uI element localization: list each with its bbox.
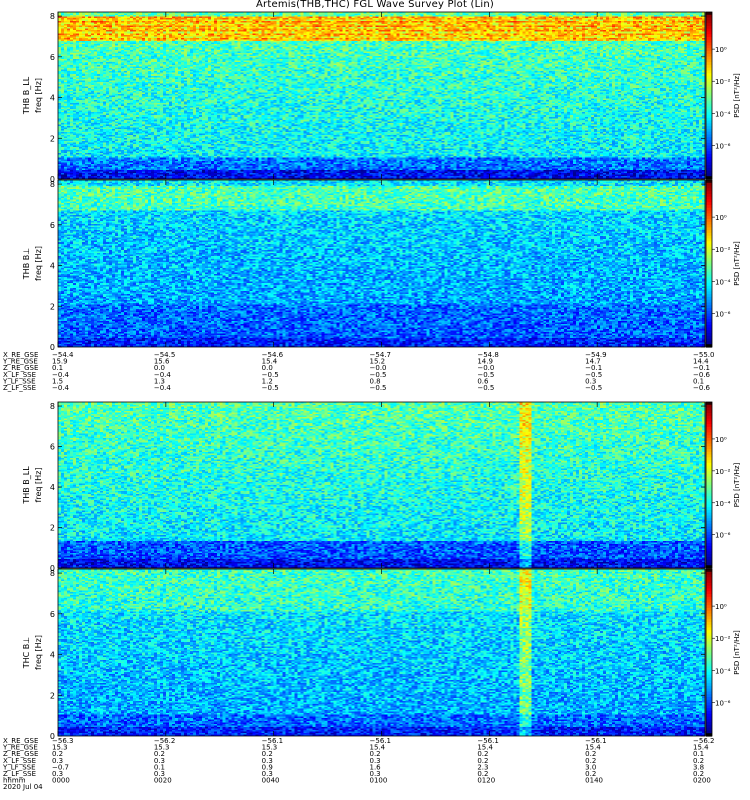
y-axis-unit-label: freq [Hz] [34,78,43,113]
colorbar-tick-label: 10⁰ [715,46,727,54]
y-tick-label: 6 [50,443,55,452]
y-axis-unit-label: freq [Hz] [34,635,43,670]
y-axis-probe-label: THC B⊥ [22,637,31,670]
ephemeris-value: 0000 [52,777,70,785]
ephemeris-label: Z_LF_SSE [3,384,36,392]
colorbar-tick-label: 10⁻⁴ [715,500,731,508]
y-tick-label: 8 [50,402,55,411]
ephemeris-label: 2020 Jul 04 [3,783,43,791]
spectrogram-3 [58,402,705,568]
colorbar-2: 10⁰ 10⁻² 10⁻⁴ 10⁻⁶ PSD [nT²/Hz] [705,179,741,348]
y-tick-label: 6 [50,221,55,230]
y-tick-label: 8 [50,569,55,578]
colorbar-tick-label: 10⁰ [715,603,727,611]
y-tick-label: 4 [50,262,55,271]
spectrogram-2 [58,180,705,347]
y-tick-label: 6 [50,610,55,619]
y-tick-label: 8 [50,12,55,21]
y-tick-label: 2 [50,691,55,700]
colorbar-tick-label: 10⁻⁶ [715,310,731,318]
y-tick-label: 2 [50,302,55,311]
y-tick-label: 4 [50,94,55,103]
colorbar-label: PSD [nT²/Hz] [733,630,741,675]
y-tick-label: 6 [50,53,55,62]
colorbar-tick-label: 10⁻⁶ [715,142,731,150]
colorbar-tick-label: 10⁻⁶ [715,699,731,707]
colorbar-tick-label: 10⁰ [715,214,727,222]
ephemeris-table-thb: X_RE_GSEY_RE_GSEZ_RE_GSEX_LF_SSEY_LF_SSE… [2,351,714,392]
y-tick-label: 2 [50,524,55,533]
y-tick-label: 4 [50,651,55,660]
ephemeris-value: −0.6 [693,384,711,392]
colorbar-tick-label: 10⁻² [715,246,731,254]
y-axis-probe-label: THB B⊥ [22,248,31,280]
wave-survey-figure: 10⁰10⁻²10⁻⁴10⁻⁶PSD [nT²/Hz]02468THB B_LL… [2,11,741,791]
ephemeris-value: −0.4 [52,384,70,392]
colorbar-tick-label: 10⁰ [715,436,727,444]
ephemeris-table-thc: X_RE_GSEY_RE_GSEZ_RE_GSEX_LF_SSEY_LF_SSE… [2,737,714,791]
colorbar-1: 10⁰ 10⁻² 10⁻⁴ 10⁻⁶ PSD [nT²/Hz] [705,11,741,180]
colorbar-tick-label: 10⁻⁴ [715,278,731,286]
colorbar-label: PSD [nT²/Hz] [733,73,741,118]
ephemeris-value: −0.5 [262,384,279,392]
colorbar-tick-label: 10⁻² [715,635,731,643]
ephemeris-value: 0200 [693,777,711,785]
spectrogram-1 [58,12,705,179]
spectrogram-4 [58,569,705,736]
colorbar-tick-label: 10⁻² [715,78,731,86]
ephemeris-value: 0100 [370,777,388,785]
y-axis-unit-label: freq [Hz] [34,468,43,503]
y-axis-probe-label: THB B_LL [22,466,31,505]
colorbar-tick-label: 10⁻⁴ [715,667,731,675]
y-tick-label: 8 [50,180,55,189]
ephemeris-value: 0040 [262,777,280,785]
y-axis-probe-label: THB B_LL [22,76,31,115]
colorbar-tick-label: 10⁻⁴ [715,110,731,118]
colorbar-4: 10⁰ 10⁻² 10⁻⁴ 10⁻⁶ PSD [nT²/Hz] [705,568,741,737]
y-tick-label: 4 [50,483,55,492]
y-axis-unit-label: freq [Hz] [34,246,43,281]
ephemeris-value: 0140 [585,777,603,785]
ephemeris-value: 0020 [154,777,172,785]
ephemeris-value: −0.4 [154,384,172,392]
y-tick-label: 2 [50,134,55,143]
ephemeris-value: 0120 [477,777,495,785]
ephemeris-value: −0.5 [370,384,387,392]
colorbar-label: PSD [nT²/Hz] [733,462,741,507]
colorbar-tick-label: 10⁻⁶ [715,532,731,540]
colorbar-label: PSD [nT²/Hz] [733,241,741,286]
colorbar-3: 10⁰ 10⁻² 10⁻⁴ 10⁻⁶ PSD [nT²/Hz] [705,401,741,569]
colorbar-tick-label: 10⁻² [715,468,731,476]
ephemeris-value: −0.5 [477,384,494,392]
ephemeris-value: −0.5 [585,384,602,392]
